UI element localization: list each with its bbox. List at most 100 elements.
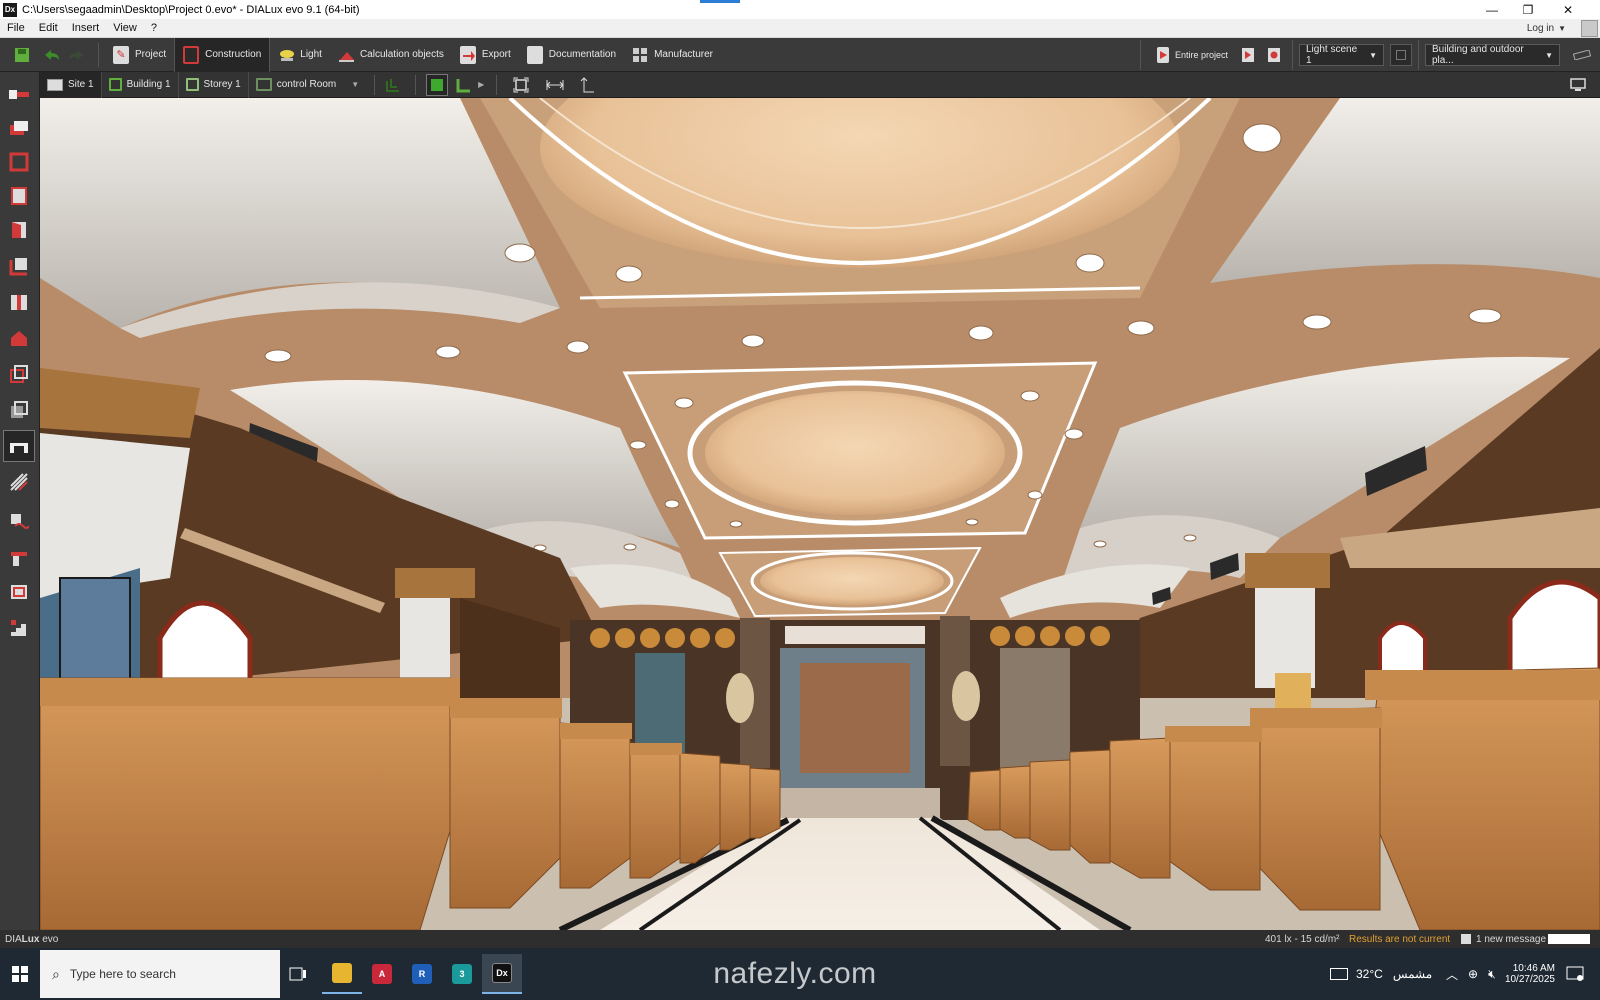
titlebar-accent bbox=[700, 0, 740, 3]
floor-icon[interactable] bbox=[3, 250, 35, 282]
nav-project[interactable]: ✎ Project bbox=[105, 38, 174, 72]
chevron-up-icon[interactable]: ︿ bbox=[1446, 966, 1458, 983]
status-warning: Results are not current bbox=[1349, 933, 1451, 945]
nav-documentation-label: Documentation bbox=[548, 49, 617, 60]
breadcrumb-storey[interactable]: Storey 1 bbox=[179, 71, 249, 98]
close-button[interactable]: ✕ bbox=[1550, 0, 1586, 19]
breadcrumb-room-label: control Room bbox=[276, 79, 337, 90]
chevron-down-icon: ▼ bbox=[1369, 50, 1377, 60]
3dsmax-icon[interactable]: 3 bbox=[442, 954, 482, 994]
avatar[interactable] bbox=[1581, 20, 1598, 37]
nav-construction-label: Construction bbox=[205, 49, 262, 60]
select-icon[interactable] bbox=[3, 78, 35, 110]
menu-view[interactable]: View bbox=[106, 22, 144, 34]
breadcrumb: Site 1 Building 1 Storey 1 control Room … bbox=[40, 71, 1600, 98]
globe-icon[interactable]: ⊕ bbox=[1468, 967, 1478, 981]
ceiling-tool-icon[interactable] bbox=[3, 430, 35, 462]
manufacturer-icon bbox=[632, 46, 648, 64]
breadcrumb-building-label: Building 1 bbox=[126, 79, 171, 90]
login-label: Log in bbox=[1526, 23, 1555, 34]
breadcrumb-room[interactable]: control Room ▼ bbox=[249, 72, 366, 98]
clock[interactable]: 10:46 AM 10/27/2025 bbox=[1505, 948, 1555, 1000]
column-icon[interactable] bbox=[3, 286, 35, 318]
solid-view-icon[interactable] bbox=[426, 73, 449, 96]
play-small-icon[interactable]: ▶ bbox=[478, 80, 484, 89]
stairs-icon[interactable] bbox=[3, 612, 35, 644]
door-icon[interactable] bbox=[3, 214, 35, 246]
monitor-icon[interactable] bbox=[1568, 75, 1588, 95]
menu-file[interactable]: File bbox=[0, 22, 32, 34]
task-view-icon[interactable] bbox=[278, 954, 318, 994]
entire-project-button[interactable]: Entire project bbox=[1151, 38, 1234, 72]
nav-documentation[interactable]: Documentation bbox=[519, 38, 624, 72]
construction-icon bbox=[183, 45, 200, 64]
nav-calculation-objects[interactable]: Calculation objects bbox=[330, 38, 452, 72]
light-scene-options-button[interactable] bbox=[1390, 44, 1412, 66]
save-icon[interactable] bbox=[12, 45, 32, 65]
roof-icon[interactable] bbox=[3, 322, 35, 354]
chevron-down-icon: ▼ bbox=[1558, 24, 1566, 33]
dialux-icon[interactable]: Dx bbox=[482, 954, 522, 994]
wall-icon[interactable] bbox=[3, 180, 35, 212]
nav-light[interactable]: Light bbox=[270, 38, 330, 72]
cut-icon[interactable] bbox=[3, 506, 35, 538]
menu-insert[interactable]: Insert bbox=[65, 22, 107, 34]
beam-icon[interactable] bbox=[3, 542, 35, 574]
restore-button[interactable]: ❐ bbox=[1510, 0, 1546, 19]
nav-construction[interactable]: Construction bbox=[174, 37, 271, 72]
toolbar-divider bbox=[1418, 40, 1419, 70]
grid-toggle-icon[interactable] bbox=[383, 75, 403, 95]
taskbar-search[interactable]: ⌕ Type here to search bbox=[40, 950, 280, 998]
chevron-down-icon: ▼ bbox=[351, 80, 360, 89]
breadcrumb-site-label: Site 1 bbox=[68, 79, 94, 90]
status-bar: DIALux evo 401 lx - 15 cd/m² Results are… bbox=[0, 930, 1600, 948]
menu-help[interactable]: ? bbox=[144, 22, 164, 34]
light-icon bbox=[278, 46, 295, 64]
file-explorer-icon[interactable] bbox=[322, 954, 362, 994]
building-icon bbox=[108, 78, 122, 91]
nav-export[interactable]: Export bbox=[452, 38, 519, 72]
minimize-button[interactable]: — bbox=[1474, 0, 1510, 19]
object-icon[interactable] bbox=[3, 394, 35, 426]
hatch-icon[interactable] bbox=[3, 466, 35, 498]
ruler-icon[interactable] bbox=[1572, 45, 1592, 65]
weather-icon bbox=[1330, 968, 1348, 980]
measure-vertical-icon[interactable] bbox=[577, 75, 597, 95]
light-scene-select[interactable]: Light scene 1 ▼ bbox=[1299, 44, 1384, 66]
left-toolbar bbox=[0, 72, 40, 948]
calculate-icon[interactable] bbox=[1238, 45, 1258, 65]
breadcrumb-site[interactable]: Site 1 bbox=[40, 71, 102, 98]
toolbar-divider bbox=[1292, 40, 1293, 70]
light-scene-value: Light scene 1 bbox=[1306, 44, 1358, 66]
breadcrumb-building[interactable]: Building 1 bbox=[102, 71, 179, 98]
speaker-muted-icon[interactable]: 🔇︎ bbox=[1488, 967, 1496, 982]
storey-icon bbox=[185, 78, 199, 91]
menu-edit[interactable]: Edit bbox=[32, 22, 65, 34]
zoom-extents-icon[interactable] bbox=[511, 75, 531, 95]
notifications-icon[interactable] bbox=[1566, 948, 1584, 1000]
window-icon[interactable] bbox=[3, 576, 35, 608]
windows-start-icon[interactable] bbox=[0, 954, 40, 994]
weather-widget[interactable]: 32°C مشمس bbox=[1330, 948, 1432, 1000]
revit-icon[interactable]: R bbox=[402, 954, 442, 994]
message-icon[interactable] bbox=[1461, 934, 1471, 944]
stop-calculation-icon[interactable] bbox=[1264, 45, 1284, 65]
messages-link[interactable]: 1 new message bbox=[1476, 934, 1546, 945]
options-icon bbox=[1396, 50, 1406, 60]
view-mode-value: Building and outdoor pla... bbox=[1432, 44, 1524, 66]
nav-manufacturer[interactable]: Manufacturer bbox=[624, 38, 721, 72]
autocad-icon[interactable]: A bbox=[362, 954, 402, 994]
redo-icon[interactable] bbox=[66, 45, 86, 65]
undo-icon[interactable] bbox=[42, 45, 62, 65]
login-button[interactable]: Log in ▼ bbox=[1527, 19, 1566, 38]
import-icon[interactable] bbox=[3, 112, 35, 144]
breadcrumb-storey-label: Storey 1 bbox=[203, 79, 241, 90]
weather-temp: 32°C bbox=[1356, 967, 1383, 981]
floor-plan-icon[interactable] bbox=[454, 75, 474, 95]
room-icon[interactable] bbox=[3, 146, 35, 178]
measure-horizontal-icon[interactable] bbox=[545, 75, 565, 95]
toolbar-divider bbox=[1139, 40, 1141, 70]
cube-icon[interactable] bbox=[3, 358, 35, 390]
view-mode-select[interactable]: Building and outdoor pla... ▼ bbox=[1425, 44, 1560, 66]
3d-viewport[interactable] bbox=[40, 98, 1600, 930]
